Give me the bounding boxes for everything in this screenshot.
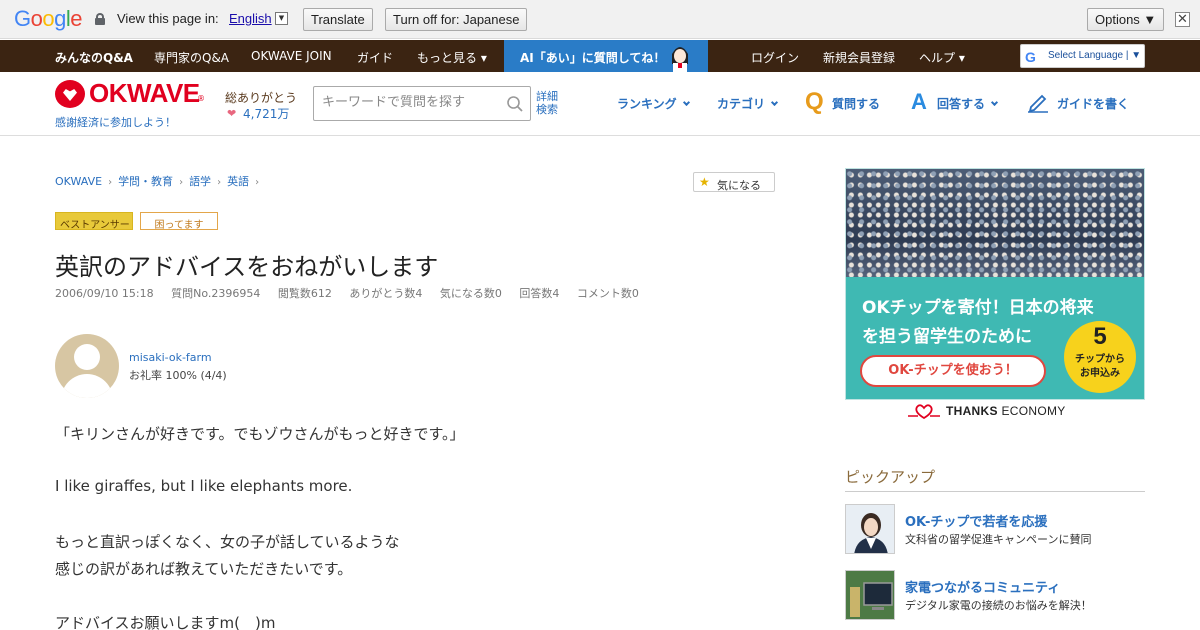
close-icon[interactable]: ✕: [1175, 12, 1190, 27]
options-button[interactable]: Options ▼: [1087, 8, 1165, 31]
question-body-line: アドバイスお願いしますm(__)m: [55, 614, 276, 630]
question-body-line: もっと直訳っぽくなく、女の子が話しているような: [55, 533, 400, 551]
ai-character-icon: [672, 47, 688, 72]
chevron-right-icon: ›: [179, 177, 184, 188]
pickup-thumbnail[interactable]: [845, 570, 895, 620]
heart-icon: ❤: [227, 107, 237, 120]
question-title: 英訳のアドバイスをおねがいします: [55, 253, 439, 281]
ad-circle-badge: 5 チップから お申込み: [1064, 321, 1136, 393]
answer-count: 回答数4: [519, 287, 560, 300]
nav-login[interactable]: ログイン: [751, 49, 799, 66]
translate-button[interactable]: Translate: [303, 8, 373, 31]
breadcrumb-english[interactable]: 英語: [227, 175, 249, 188]
pickup-heading: ピックアップ: [845, 466, 1145, 492]
ai-banner-label: AI「あい」に質問してね！: [520, 51, 666, 65]
okwave-heart-icon[interactable]: [55, 80, 85, 108]
thanks-economy-heart-icon: [908, 404, 940, 419]
use-ok-tip-button[interactable]: OK-チップを使おう！: [860, 355, 1046, 387]
total-thanks-label: 総ありがとう: [225, 91, 298, 105]
best-answer-badge: ベストアンサー: [55, 212, 133, 231]
ranking-menu[interactable]: ランキング: [617, 95, 690, 112]
question-body-line: 「キリンさんが好きです。でもゾウさんがもっと好きです。」: [55, 425, 465, 443]
pickup-title-link[interactable]: 家電つながるコミュニティ: [905, 577, 1060, 596]
language-link[interactable]: English: [229, 11, 272, 26]
chevron-down-icon: [990, 98, 999, 107]
registered-mark: ®: [197, 94, 205, 103]
chevron-right-icon: ›: [255, 177, 260, 188]
trouble-badge: 困ってます: [140, 212, 218, 231]
chevron-right-icon: ›: [108, 177, 113, 188]
select-language-widget[interactable]: G Select Language | ▼: [1020, 44, 1145, 68]
ad-headline-2: を担う留学生のために: [862, 327, 1032, 347]
view-page-label: View this page in:: [117, 11, 219, 26]
advanced-search-link[interactable]: 詳細 検索: [536, 90, 558, 116]
chevron-right-icon: ›: [217, 177, 222, 188]
select-language-label: Select Language | ▼: [1048, 50, 1142, 61]
post-date: 2006/09/10 15:18: [55, 287, 154, 300]
pencil-icon: [1028, 94, 1048, 113]
search-input[interactable]: [322, 95, 502, 110]
nav-guide[interactable]: ガイド: [357, 49, 393, 66]
thanks-count: ありがとう数4: [349, 287, 423, 300]
google-translate-bar: Google View this page in: English ▼ Tran…: [0, 0, 1200, 39]
tagline-link[interactable]: 感謝経済に参加しよう！: [55, 114, 176, 130]
nav-register[interactable]: 新規会員登録: [823, 49, 895, 66]
favorite-button[interactable]: ★ 気になる: [693, 172, 775, 192]
breadcrumb: OKWAVE › 学問・教育 › 語学 › 英語 ›: [55, 173, 265, 189]
pickup-description: デジタル家電の接続のお悩みを解決！: [905, 599, 1092, 612]
search-icon[interactable]: [506, 95, 524, 113]
site-header: OKWAVE ® 感謝経済に参加しよう！ 総ありがとう ❤ 4,721万 詳細 …: [0, 72, 1200, 136]
question-q-icon: Q: [805, 88, 824, 115]
user-name-link[interactable]: misaki-ok-farm: [129, 351, 212, 364]
nav-help[interactable]: ヘルプ ▾: [919, 49, 965, 66]
google-logo: Google: [14, 6, 83, 31]
language-dropdown-icon[interactable]: ▼: [275, 12, 288, 25]
nav-more[interactable]: もっと見る ▾: [417, 49, 487, 66]
chevron-down-icon: [770, 98, 779, 107]
crowd-photo: [846, 169, 1144, 287]
view-count: 閲覧数612: [277, 287, 332, 300]
breadcrumb-language[interactable]: 語学: [189, 175, 211, 188]
google-g-icon: G: [1025, 49, 1036, 65]
ad-headline-1: OKチップを寄付！日本の将来: [862, 298, 1094, 318]
ask-question-link[interactable]: 質問する: [832, 95, 880, 112]
answer-a-icon: A: [911, 89, 927, 114]
chevron-down-icon: [682, 98, 690, 107]
user-thanks-rate: お礼率 100% (4/4): [129, 369, 227, 382]
favorite-count: 気になる数0: [439, 287, 502, 300]
nav-minna-qa[interactable]: みんなのQ&A: [55, 49, 133, 66]
breadcrumb-okwave[interactable]: OKWAVE: [55, 175, 102, 188]
pickup-description: 文科省の留学促進キャンペーンに賛同: [905, 533, 1092, 546]
question-meta: 2006/09/10 15:18 質問No.2396954 閲覧数612 ありが…: [55, 285, 653, 301]
top-nav: みんなのQ&A 専門家のQ&A OKWAVE JOIN ガイド もっと見る ▾ …: [0, 40, 1200, 72]
lock-icon: [95, 13, 105, 25]
okwave-logo[interactable]: OKWAVE: [89, 78, 200, 109]
answer-menu[interactable]: 回答する: [937, 95, 999, 112]
write-guide-link[interactable]: ガイドを書く: [1057, 95, 1129, 112]
star-icon: ★: [699, 175, 710, 189]
ok-tip-ad-banner[interactable]: OKチップを寄付！日本の将来 を担う留学生のために OK-チップを使おう！ 5 …: [845, 168, 1145, 400]
pickup-thumbnail[interactable]: [845, 504, 895, 554]
thanks-economy-logo: THANKS ECONOMY: [908, 402, 1088, 420]
total-thanks-count: 4,721万: [243, 107, 290, 121]
ai-question-banner[interactable]: AI「あい」に質問してね！: [504, 40, 708, 72]
nav-expert-qa[interactable]: 専門家のQ&A: [154, 49, 229, 66]
pickup-title-link[interactable]: OK-チップで若者を応援: [905, 511, 1047, 530]
turn-off-button[interactable]: Turn off for: Japanese: [385, 8, 528, 31]
question-number: 質問No.2396954: [171, 287, 261, 300]
nav-okwave-join[interactable]: OKWAVE JOIN: [251, 49, 332, 63]
comment-count: コメント数0: [576, 287, 639, 300]
question-body-line: 感じの訳があれば教えていただきたいです。: [55, 560, 353, 578]
search-box: [313, 86, 531, 121]
favorite-label: 気になる: [717, 179, 761, 192]
category-menu[interactable]: カテゴリ: [717, 95, 779, 112]
avatar[interactable]: [55, 334, 119, 398]
question-body-line: I like giraffes, but I like elephants mo…: [55, 477, 353, 495]
breadcrumb-education[interactable]: 学問・教育: [118, 175, 173, 188]
